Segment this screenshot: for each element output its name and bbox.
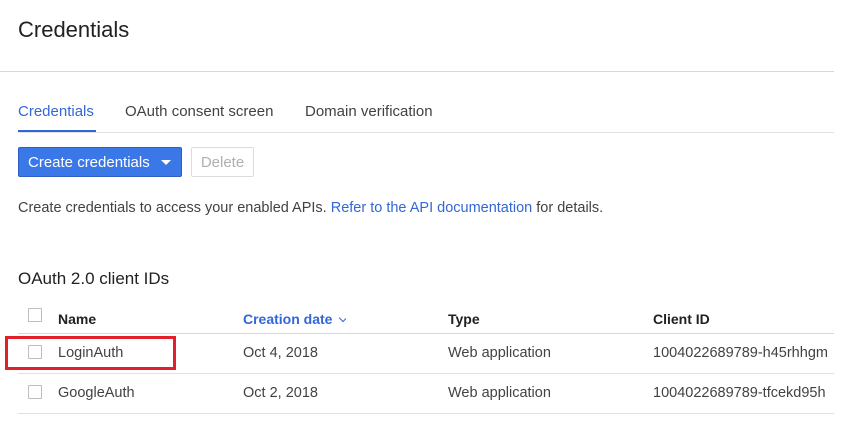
page: Credentials Credentials OAuth consent sc… (0, 0, 845, 433)
row-checkbox[interactable] (28, 385, 42, 399)
row-checkbox[interactable] (28, 345, 42, 359)
row-creation-date: Oct 4, 2018 (243, 345, 318, 361)
sort-descending-icon (339, 313, 347, 323)
header-divider (0, 71, 834, 72)
page-title: Credentials (18, 17, 130, 42)
caret-down-icon (161, 160, 171, 165)
row-name[interactable]: GoogleAuth (58, 385, 135, 401)
row-type: Web application (448, 385, 551, 401)
column-header-type[interactable]: Type (448, 311, 480, 327)
tabs-divider (18, 132, 834, 133)
section-title: OAuth 2.0 client IDs (18, 269, 170, 288)
column-header-creation-date[interactable]: Creation date (243, 311, 347, 327)
row-name[interactable]: LoginAuth (58, 345, 123, 361)
row-creation-date: Oct 2, 2018 (243, 385, 318, 401)
row-client-id: 1004022689789-h45rhhgm (653, 345, 828, 361)
column-header-name[interactable]: Name (58, 311, 96, 327)
tab-credentials[interactable]: Credentials (18, 103, 94, 120)
create-credentials-button[interactable]: Create credentials (18, 147, 182, 177)
column-header-client-id[interactable]: Client ID (653, 311, 834, 327)
select-all-checkbox[interactable] (28, 308, 42, 322)
info-text: Create credentials to access your enable… (18, 200, 603, 216)
api-documentation-link[interactable]: Refer to the API documentation (331, 200, 533, 216)
create-credentials-label: Create credentials (28, 153, 150, 171)
table-row[interactable]: LoginAuth Oct 4, 2018 Web application 10… (18, 334, 834, 374)
row-type: Web application (448, 345, 551, 361)
tab-oauth-consent-screen[interactable]: OAuth consent screen (125, 103, 273, 120)
table-header-row: Name Creation date Type Client ID (18, 300, 834, 334)
tab-bar: Credentials OAuth consent screen Domain … (0, 100, 834, 133)
info-text-main: Create credentials to access your enable… (18, 200, 327, 216)
table-row[interactable]: GoogleAuth Oct 2, 2018 Web application 1… (18, 374, 834, 414)
tab-domain-verification[interactable]: Domain verification (305, 103, 433, 120)
delete-button[interactable]: Delete (191, 147, 254, 177)
info-text-suffix: for details. (536, 200, 604, 216)
row-client-id: 1004022689789-tfcekd95h (653, 385, 826, 401)
column-header-creation-date-label: Creation date (243, 311, 333, 327)
